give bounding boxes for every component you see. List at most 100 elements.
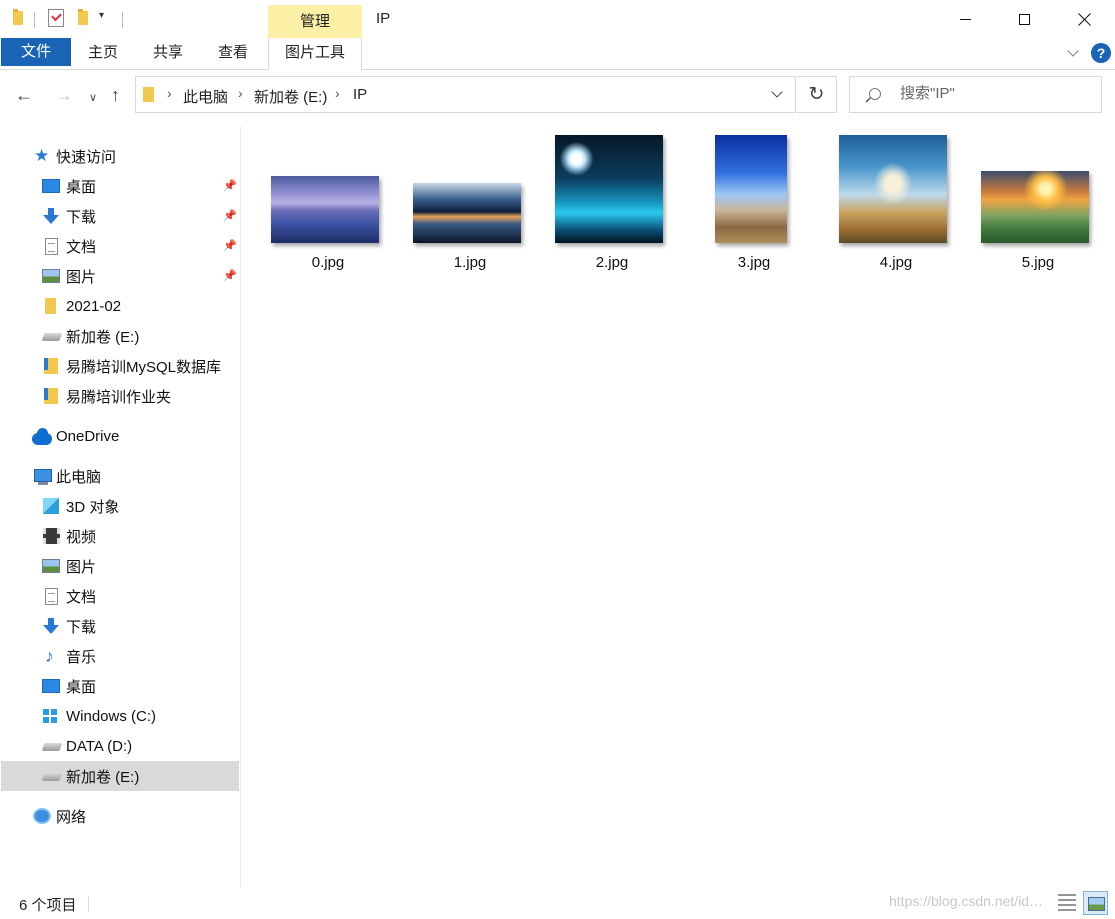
window-title: IP xyxy=(376,10,391,27)
image-thumbnail[interactable] xyxy=(839,135,947,243)
pin-icon[interactable]: 📌 xyxy=(223,241,237,252)
sidebar-item-quick-access[interactable]: ★ 快速访问 xyxy=(1,141,239,171)
image-thumbnail[interactable] xyxy=(981,171,1089,243)
refresh-button[interactable]: ↻ xyxy=(797,76,837,113)
windows-drive-icon xyxy=(43,709,57,723)
image-thumbnail[interactable] xyxy=(271,176,379,243)
sidebar-item-music[interactable]: ♪ 音乐 xyxy=(1,641,239,671)
sidebar-item-2021-02[interactable]: 2021-02 xyxy=(1,291,239,321)
expand-ribbon-icon[interactable] xyxy=(1067,45,1079,57)
quick-access-dropdown-icon[interactable]: ▾ xyxy=(99,10,104,21)
sidebar-item-drive-c[interactable]: Windows (C:) xyxy=(1,701,239,731)
chevron-right-icon[interactable]: › xyxy=(335,85,340,101)
tab-picture-tools[interactable]: 图片工具 xyxy=(268,38,362,70)
up-arrow-icon[interactable]: ↑ xyxy=(111,84,120,108)
sidebar-item-pc-pictures[interactable]: 图片 xyxy=(1,551,239,581)
desktop-icon xyxy=(42,179,60,193)
chevron-down-icon[interactable] xyxy=(771,86,783,98)
sidebar-item-label: 图片 xyxy=(66,268,97,286)
tab-file[interactable]: 文件 xyxy=(1,38,71,66)
sidebar-item-label: 此电脑 xyxy=(56,468,102,486)
sidebar-item-drive-d[interactable]: DATA (D:) xyxy=(1,731,239,761)
sidebar-item-this-pc[interactable]: 此电脑 xyxy=(1,461,239,491)
sidebar-item-drive-e-quick[interactable]: 新加卷 (E:) xyxy=(1,321,239,351)
sidebar-item-mysql-folder[interactable]: 易腾培训MySQL数据库 xyxy=(1,351,239,381)
download-icon xyxy=(43,208,59,224)
sidebar-item-downloads[interactable]: 下载 📌 xyxy=(1,201,239,231)
refresh-icon: ↻ xyxy=(808,84,825,105)
sidebar-item-label: OneDrive xyxy=(56,427,120,445)
sidebar-item-3d-objects[interactable]: 3D 对象 xyxy=(1,491,239,521)
manage-context-tab[interactable]: 管理 xyxy=(268,5,362,38)
file-name[interactable]: 4.jpg xyxy=(836,254,956,271)
sidebar-item-pc-documents[interactable]: 文档 xyxy=(1,581,239,611)
details-view-icon[interactable] xyxy=(1058,894,1076,912)
maximize-icon xyxy=(1018,13,1030,25)
document-icon xyxy=(45,237,58,255)
pin-icon[interactable]: 📌 xyxy=(223,211,237,222)
pin-icon[interactable]: 📌 xyxy=(223,181,237,192)
tab-share[interactable]: 共享 xyxy=(145,38,191,69)
drive-icon xyxy=(41,743,63,751)
sidebar-item-pc-downloads[interactable]: 下载 xyxy=(1,611,239,641)
breadcrumb-ip[interactable]: IP xyxy=(353,86,367,103)
search-input[interactable] xyxy=(900,85,1090,102)
maximize-button[interactable] xyxy=(994,0,1054,38)
close-button[interactable] xyxy=(1054,0,1114,38)
forward-arrow-icon[interactable]: → xyxy=(55,84,73,108)
sidebar-item-label: 视频 xyxy=(66,528,97,546)
tab-view[interactable]: 查看 xyxy=(210,38,256,69)
sidebar-item-pc-desktop[interactable]: 桌面 xyxy=(1,671,239,701)
shared-folder-icon xyxy=(44,388,58,404)
status-separator xyxy=(88,896,89,912)
folder-icon xyxy=(45,298,56,314)
tab-home[interactable]: 主页 xyxy=(80,38,126,69)
properties-icon[interactable] xyxy=(48,9,64,27)
sidebar-item-onedrive[interactable]: OneDrive xyxy=(1,421,239,451)
sidebar-item-documents[interactable]: 文档 📌 xyxy=(1,231,239,261)
sidebar-item-label: 新加卷 (E:) xyxy=(66,328,140,346)
sidebar-item-desktop[interactable]: 桌面 📌 xyxy=(1,171,239,201)
new-folder-icon[interactable] xyxy=(78,9,88,25)
file-name[interactable]: 5.jpg xyxy=(978,254,1098,271)
sidebar-item-drive-e[interactable]: 新加卷 (E:) xyxy=(1,761,239,791)
sidebar-item-label: 桌面 xyxy=(66,178,97,196)
toolbar-separator xyxy=(122,12,123,28)
item-count: 6 个项目 xyxy=(19,897,77,914)
sidebar-item-label: 下载 xyxy=(66,618,97,636)
image-thumbnail[interactable] xyxy=(715,135,787,243)
search-box[interactable] xyxy=(849,76,1102,113)
back-arrow-icon[interactable]: ← xyxy=(15,84,33,108)
sidebar-item-homework-folder[interactable]: 易腾培训作业夹 xyxy=(1,381,239,411)
toolbar-separator xyxy=(34,12,35,28)
sidebar-item-network[interactable]: 网络 xyxy=(1,801,239,831)
sidebar-item-pictures[interactable]: 图片 📌 xyxy=(1,261,239,291)
large-icons-view-icon[interactable] xyxy=(1083,891,1108,915)
file-name[interactable]: 2.jpg xyxy=(552,254,672,271)
drive-icon xyxy=(41,773,63,781)
image-thumbnail[interactable] xyxy=(413,183,521,243)
image-thumbnail[interactable] xyxy=(555,135,663,243)
sidebar-item-label: 新加卷 (E:) xyxy=(66,768,140,786)
star-icon: ★ xyxy=(34,146,50,165)
file-name[interactable]: 1.jpg xyxy=(410,254,530,271)
sidebar-item-label: 易腾培训作业夹 xyxy=(66,388,172,406)
recent-locations-icon[interactable]: ∨ xyxy=(89,87,97,111)
sidebar-item-label: 下载 xyxy=(66,208,97,226)
chevron-right-icon[interactable]: › xyxy=(167,85,172,101)
file-name[interactable]: 0.jpg xyxy=(268,254,388,271)
breadcrumb-drive-e[interactable]: 新加卷 (E:) xyxy=(254,86,327,107)
chevron-right-icon[interactable]: › xyxy=(238,85,243,101)
breadcrumb-this-pc[interactable]: 此电脑 xyxy=(183,86,228,107)
sidebar-item-videos[interactable]: 视频 xyxy=(1,521,239,551)
pin-icon[interactable]: 📌 xyxy=(223,271,237,282)
help-icon[interactable]: ? xyxy=(1091,43,1111,63)
minimize-button[interactable] xyxy=(935,0,995,38)
ribbon: 文件 主页 共享 查看 图片工具 ? xyxy=(0,38,1115,70)
music-note-icon: ♪ xyxy=(45,646,54,666)
address-bar[interactable]: › 此电脑 › 新加卷 (E:) › IP xyxy=(135,76,796,113)
file-name[interactable]: 3.jpg xyxy=(694,254,814,271)
sidebar-item-label: 文档 xyxy=(66,238,97,256)
status-bar: 6 个项目 https://blog.csdn.net/id… xyxy=(0,888,1115,919)
navigation-pane: ★ 快速访问 桌面 📌 下载 📌 文档 📌 图片 📌 2021-02 新加卷 (… xyxy=(0,126,241,888)
